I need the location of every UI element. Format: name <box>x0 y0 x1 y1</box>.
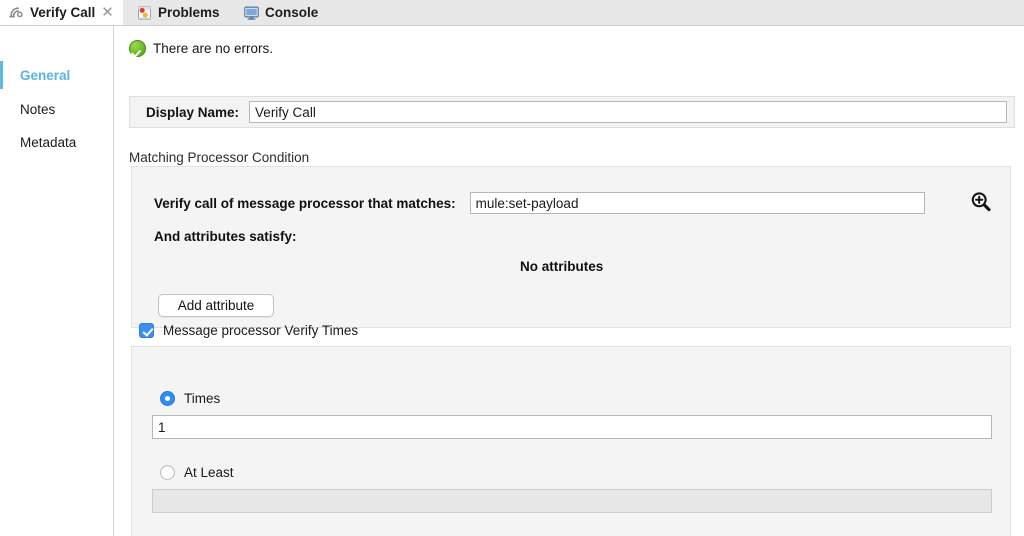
tab-bar: Verify Call ✕ Problems Console <box>0 0 1024 26</box>
display-name-input[interactable] <box>249 101 1008 123</box>
tab-problems[interactable]: Problems <box>128 0 228 25</box>
sidebar: General Notes Metadata <box>0 26 114 536</box>
radio-times[interactable]: Times <box>160 391 220 406</box>
radio-times-indicator[interactable] <box>160 391 175 406</box>
verify-times-checkbox[interactable] <box>139 323 154 338</box>
radio-at-least-label: At Least <box>184 465 234 480</box>
problems-icon <box>136 5 153 21</box>
radio-times-label: Times <box>184 391 221 406</box>
attributes-satisfy-label: And attributes satisfy: <box>154 229 297 244</box>
sidebar-item-metadata[interactable]: Metadata <box>0 128 113 156</box>
verify-times-checkbox-row[interactable]: Message processor Verify Times <box>139 323 358 338</box>
sidebar-item-label: General <box>20 67 71 83</box>
verify-times-checkbox-label: Message processor Verify Times <box>163 323 359 338</box>
display-name-label: Display Name: <box>146 104 240 120</box>
at-least-input <box>152 489 992 513</box>
matching-processor-condition-group: Verify call of message processor that ma… <box>131 166 1011 328</box>
status-text: There are no errors. <box>153 41 274 56</box>
verify-times-group: Times At Least At Most <box>131 346 1011 536</box>
times-input[interactable] <box>152 415 992 439</box>
radio-at-least-indicator[interactable] <box>160 465 175 480</box>
processor-match-label: Verify call of message processor that ma… <box>154 195 456 211</box>
general-settings-panel: There are no errors. Display Name: Match… <box>115 26 1024 536</box>
tab-label: Console <box>265 5 319 20</box>
console-monitor-icon <box>243 5 260 21</box>
add-attribute-button[interactable]: Add attribute <box>158 294 274 317</box>
tab-label: Verify Call <box>30 4 96 20</box>
matching-processor-condition-title: Matching Processor Condition <box>129 150 310 165</box>
editor-window: Verify Call ✕ Problems Console General N… <box>0 0 1024 536</box>
tab-verify-call[interactable]: Verify Call ✕ <box>0 0 123 25</box>
processor-match-row: Verify call of message processor that ma… <box>154 192 925 214</box>
no-attributes-text: No attributes <box>520 259 604 274</box>
tab-console[interactable]: Console <box>235 0 326 25</box>
magnifier-plus-icon[interactable] <box>969 190 993 214</box>
status-message: There are no errors. <box>129 40 273 57</box>
success-check-icon <box>129 40 146 57</box>
processor-match-input[interactable] <box>469 192 925 214</box>
display-name-row: Display Name: <box>129 96 1015 128</box>
close-icon[interactable]: ✕ <box>101 4 114 20</box>
sidebar-item-label: Notes <box>20 101 56 117</box>
sidebar-item-general[interactable]: General <box>0 61 113 89</box>
radio-at-least[interactable]: At Least <box>160 465 234 480</box>
sidebar-item-label: Metadata <box>20 134 77 150</box>
signal-icon <box>8 4 25 20</box>
tab-label: Problems <box>158 5 220 20</box>
sidebar-item-notes[interactable]: Notes <box>0 95 113 123</box>
